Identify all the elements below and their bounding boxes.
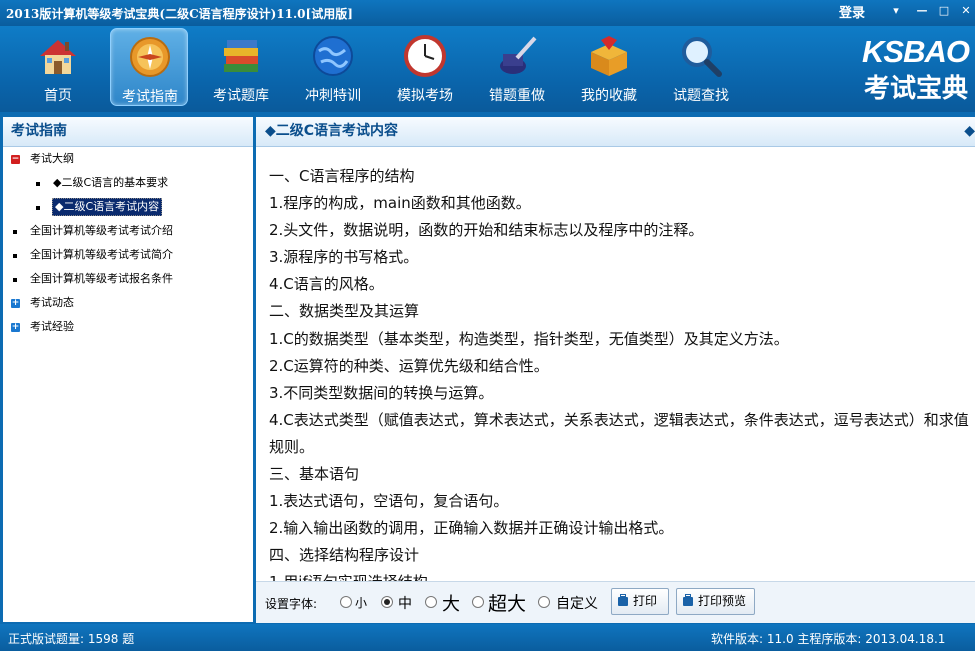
tree-item-exam-content[interactable]: ◆二级C语言考试内容: [52, 198, 163, 216]
content-line: 1.C的数据类型（基本类型，构造类型，指针类型，无值类型）及其定义方法。: [269, 329, 789, 348]
status-bar: 正式版试题量: 1598 题 软件版本: 11.0 主程序版本: 2013.04…: [0, 624, 975, 651]
bullet-icon: [13, 230, 17, 234]
toolbar-home-label: 首页: [44, 88, 72, 104]
tree-item-exam-experience[interactable]: 考试经验: [30, 319, 74, 335]
content-title: ◆二级C语言考试内容 ◆: [256, 117, 975, 147]
tree-item-exam-brief[interactable]: 全国计算机等级考试考试简介: [30, 247, 173, 263]
font-custom-radio[interactable]: [538, 596, 550, 608]
collapse-icon[interactable]: −: [11, 155, 20, 164]
font-size-label: 设置字体:: [265, 597, 318, 611]
content-line: 2.输入输出函数的调用，正确输入数据并正确设计输出格式。: [269, 519, 674, 538]
font-medium-label[interactable]: 中: [398, 593, 412, 613]
printer-icon: [683, 594, 693, 606]
font-custom-label[interactable]: 自定义: [556, 593, 598, 613]
toolbar-search-button[interactable]: 试题查找: [662, 28, 740, 106]
content-line: 1.程序的构成，main函数和其他函数。: [269, 194, 531, 213]
logo-text: KSBAO: [862, 34, 970, 69]
content-line: 四、选择结构程序设计: [269, 546, 420, 565]
toolbar-search-label: 试题查找: [673, 88, 729, 104]
bullet-icon: [36, 182, 40, 186]
menu-dropdown-button[interactable]: ▾: [887, 3, 905, 19]
bullet-icon: [13, 254, 17, 258]
toolbar-redo-wrong-button[interactable]: 错题重做: [478, 28, 556, 106]
content-line: 2.C运算符的种类、运算优先级和结合性。: [269, 356, 549, 375]
toolbar-question-bank-label: 考试题库: [213, 88, 269, 104]
compass-icon: [130, 37, 170, 77]
toolbar-home-button[interactable]: 首页: [19, 28, 97, 106]
house-icon: [40, 40, 76, 74]
tree-item-registration[interactable]: 全国计算机等级考试报名条件: [30, 271, 173, 287]
toolbar-question-bank-button[interactable]: 考试题库: [202, 28, 280, 106]
sidebar-title: 考试指南: [3, 117, 253, 147]
main-toolbar: 首页 考试指南 考试题库 冲刺特训 模拟考场 错题重做 我的收藏 试题查找 KS…: [0, 26, 975, 112]
content-line: 三、基本语句: [269, 465, 360, 484]
title-bar: 2013版计算机等级考试宝典(二级C语言程序设计)11.0[试用版] 登录 ▾ …: [0, 0, 975, 26]
toolbar-mock-exam-label: 模拟考场: [397, 88, 453, 104]
toolbar-guide-button[interactable]: 考试指南: [110, 28, 188, 106]
minimize-button[interactable]: —: [913, 3, 931, 19]
inkpen-icon: [500, 36, 537, 74]
tree-item-syllabus[interactable]: 考试大纲: [30, 151, 74, 167]
content-panel: ◆二级C语言考试内容 ◆ 一、C语言程序的结构 1.程序的构成，main函数和其…: [256, 117, 975, 623]
toolbar-redo-wrong-label: 错题重做: [489, 88, 545, 104]
clock-icon: [404, 35, 446, 77]
question-count-text: 正式版试题量: 1598 题: [8, 632, 135, 646]
ksbao-logo: KSBAO 考试宝典: [860, 34, 975, 104]
font-xlarge-label[interactable]: 超大: [488, 589, 526, 616]
magnifier-icon: [682, 37, 722, 77]
content-line: 3.不同类型数据间的转换与运算。: [269, 383, 494, 402]
bullet-icon: [36, 206, 40, 210]
toolbar-sprint-button[interactable]: 冲刺特训: [294, 28, 372, 106]
window-title: 2013版计算机等级考试宝典(二级C语言程序设计)11.0[试用版]: [6, 7, 353, 21]
print-button-label: 打印: [633, 594, 658, 608]
print-preview-label: 打印预览: [698, 594, 747, 608]
tree-item-exam-news[interactable]: 考试动态: [30, 295, 74, 311]
font-large-radio[interactable]: [425, 596, 437, 608]
sidebar: 考试指南 − 考试大纲 ◆二级C语言的基本要求 ◆二级C语言考试内容 全国计算机…: [3, 117, 253, 622]
content-line: 4.C表达式类型（赋值表达式，算术表达式，关系表达式，逻辑表达式，条件表达式，逗…: [269, 410, 969, 456]
font-medium-radio[interactable]: [381, 596, 393, 608]
maximize-button[interactable]: □: [935, 3, 953, 19]
expand-icon[interactable]: +: [11, 299, 20, 308]
print-button[interactable]: 打印: [611, 588, 669, 615]
toolbar-sprint-label: 冲刺特训: [305, 88, 361, 104]
printer-icon: [618, 594, 628, 606]
toolbar-favorites-button[interactable]: 我的收藏: [570, 28, 648, 106]
login-link[interactable]: 登录: [839, 2, 865, 21]
content-line: 一、C语言程序的结构: [269, 167, 415, 185]
content-line: 二、数据类型及其运算: [269, 302, 420, 321]
treasure-box-icon: [591, 36, 627, 76]
font-large-label[interactable]: 大: [442, 590, 460, 616]
close-button[interactable]: ✕: [957, 3, 975, 19]
content-line: 3.源程序的书写格式。: [269, 248, 419, 267]
font-small-radio[interactable]: [340, 596, 352, 608]
bullet-icon: [13, 278, 17, 282]
toolbar-guide-label: 考试指南: [122, 89, 178, 105]
diamond-icon: ◆: [964, 123, 975, 139]
content-line: 2.头文件，数据说明，函数的开始和结束标志以及程序中的注释。: [269, 221, 704, 240]
font-small-label[interactable]: 小: [355, 594, 367, 611]
globe-icon: [313, 36, 353, 76]
content-body[interactable]: 一、C语言程序的结构 1.程序的构成，main函数和其他函数。 2.头文件，数据…: [269, 163, 969, 581]
tree-item-exam-intro[interactable]: 全国计算机等级考试考试介绍: [30, 223, 173, 239]
toolbar-favorites-label: 我的收藏: [581, 88, 637, 104]
print-preview-button[interactable]: 打印预览: [676, 588, 755, 615]
content-line: 1.表达式语句，空语句，复合语句。: [269, 492, 509, 511]
books-icon: [224, 40, 258, 72]
logo-subtext: 考试宝典: [864, 74, 969, 104]
tree-item-basic-requirements[interactable]: ◆二级C语言的基本要求: [53, 175, 168, 191]
font-settings-bar: 设置字体: 小 中 大 超大 自定义 打印 打印预览: [256, 581, 975, 623]
expand-icon[interactable]: +: [11, 323, 20, 332]
content-title-text: ◆二级C语言考试内容: [265, 123, 399, 139]
content-line: 4.C语言的风格。: [269, 275, 384, 294]
toolbar-mock-exam-button[interactable]: 模拟考场: [386, 28, 464, 106]
content-line: 1.用if语句实现选择结构: [269, 569, 969, 581]
version-text: 软件版本: 11.0 主程序版本: 2013.04.18.1: [711, 632, 946, 646]
font-xlarge-radio[interactable]: [472, 596, 484, 608]
